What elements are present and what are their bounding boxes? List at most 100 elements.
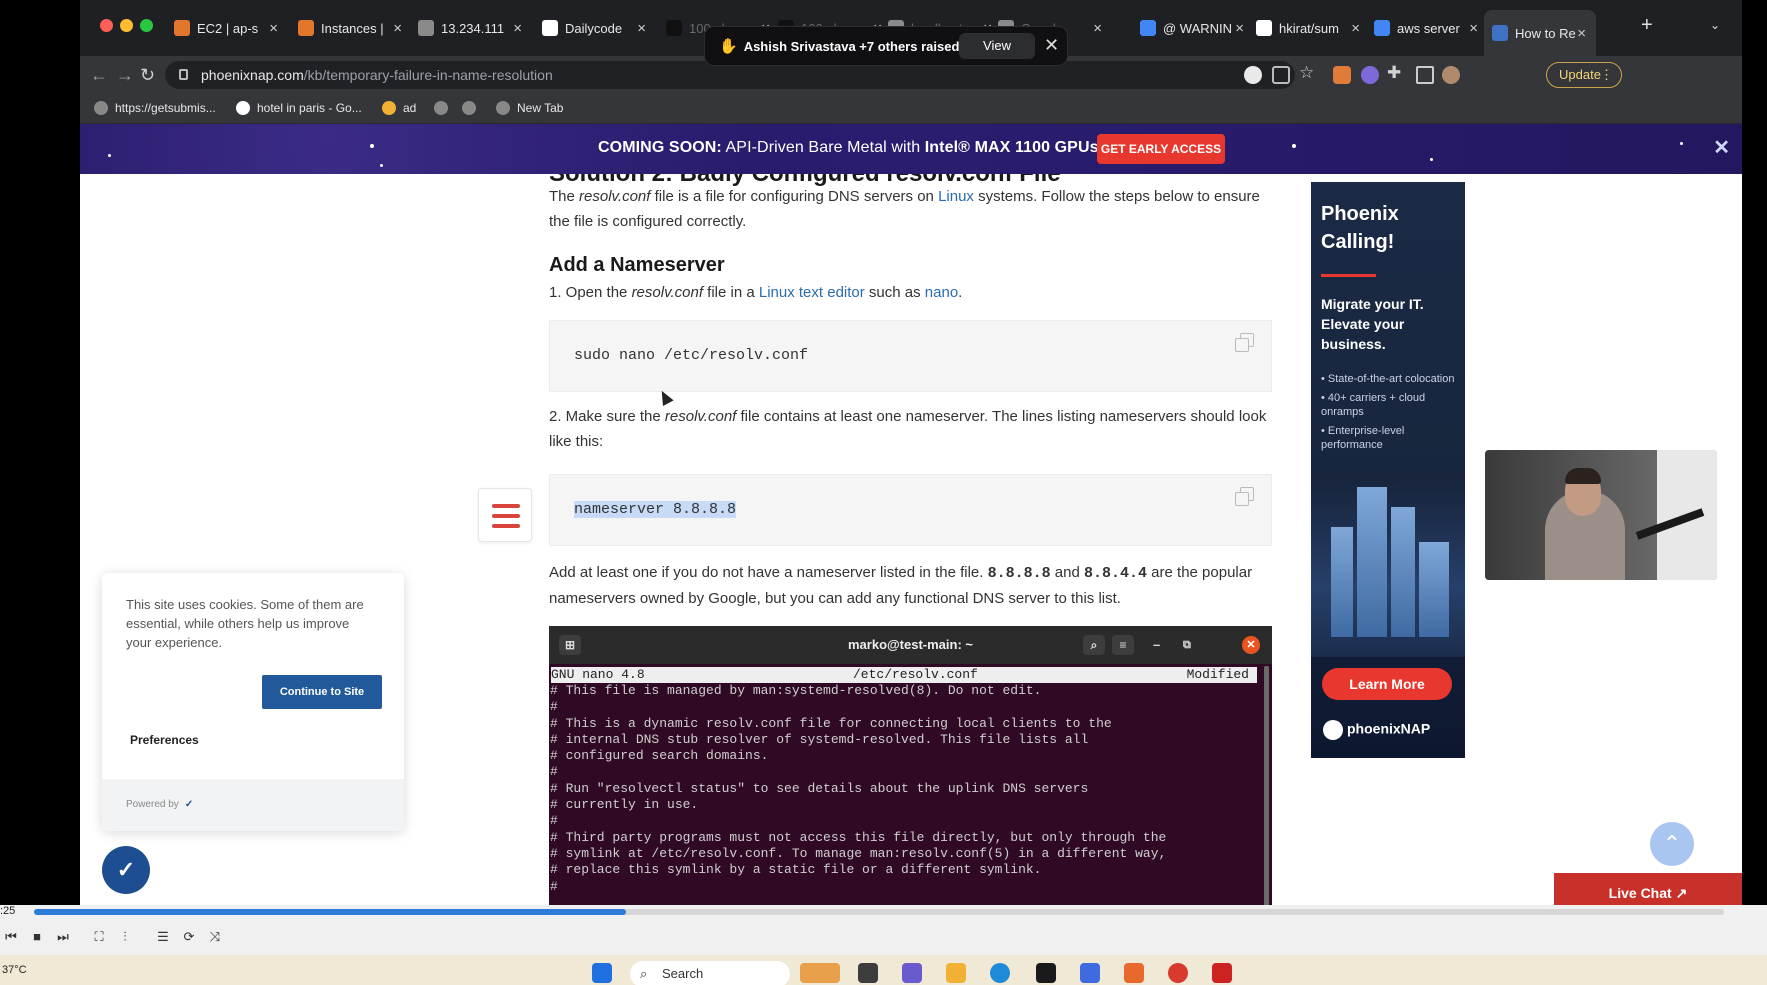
terminal-app-icon[interactable] [1036, 963, 1056, 983]
step-2-paragraph: 2. Make sure the resolv.conf file contai… [549, 404, 1269, 454]
globe-icon [434, 101, 448, 115]
tab-search-chevron-icon[interactable]: ⌄ [1710, 18, 1720, 32]
tab-close-icon[interactable]: × [1469, 20, 1478, 37]
browser-tab[interactable]: Dailycode × [542, 14, 646, 42]
code-block-1: sudo nano /etc/resolv.conf [549, 320, 1272, 392]
tab-close-icon[interactable]: × [393, 20, 402, 37]
notepad-icon[interactable] [1080, 963, 1100, 983]
city-skyline-image [1311, 482, 1465, 657]
reload-icon[interactable]: ↻ [140, 65, 155, 86]
bookmark-label: hotel in paris - Go... [257, 101, 362, 115]
taskbar-search[interactable]: ⌕ Search [630, 961, 790, 985]
linux-link[interactable]: Linux [938, 188, 974, 205]
restore-icon: ⧉ [1183, 639, 1191, 651]
live-chat-button[interactable]: Live Chat ↗ [1554, 873, 1742, 905]
bookmark-star-icon[interactable]: ☆ [1299, 63, 1314, 83]
tab-close-icon[interactable]: × [269, 20, 278, 37]
bookmark-label: New Tab [517, 101, 564, 115]
avatar[interactable] [1442, 66, 1460, 84]
tab-label: 13.234.111 [441, 20, 505, 36]
copilot-icon[interactable] [902, 963, 922, 983]
close-icon[interactable]: ✕ [1713, 135, 1730, 160]
fullscreen-icon[interactable]: ⛶ [90, 928, 108, 946]
metamask-extension-icon[interactable] [1333, 66, 1351, 84]
tab-close-icon[interactable]: × [1235, 20, 1244, 37]
equalizer-icon[interactable]: ⫶ [116, 928, 134, 946]
tab-close-icon[interactable]: × [637, 20, 646, 37]
forward-arrow-icon[interactable]: → [116, 65, 134, 86]
app-icon[interactable] [1212, 963, 1232, 983]
bookmark-getsubmis[interactable]: https://getsubmis... [94, 101, 216, 115]
url-domain: phoenixnap.com [201, 67, 304, 83]
view-button[interactable]: View [959, 33, 1035, 59]
continue-to-site-button[interactable]: Continue to Site [262, 675, 382, 709]
learn-more-button[interactable]: Learn More [1322, 668, 1452, 700]
bookmark-label: https://getsubmis... [115, 101, 216, 115]
bookmark-ad[interactable]: ad [382, 101, 416, 115]
tab-close-icon[interactable]: × [1351, 20, 1360, 37]
text: and [1050, 564, 1084, 581]
widgets-icon[interactable] [800, 963, 840, 983]
nano-link[interactable]: nano [925, 284, 958, 301]
text-emphasis: resolv.conf [631, 284, 703, 301]
preferences-link[interactable]: Preferences [130, 733, 199, 747]
google-icon[interactable] [1244, 66, 1262, 84]
file-explorer-icon[interactable] [946, 963, 966, 983]
browser-tab[interactable]: hkirat/sum × [1256, 14, 1360, 42]
extension-icon[interactable] [1361, 66, 1379, 84]
bookmark-hotel[interactable]: hotel in paris - Go... [236, 101, 362, 115]
previous-icon[interactable]: ⏮ [2, 928, 20, 946]
bookmark-new-tab[interactable]: New Tab [496, 101, 563, 115]
browser-tab[interactable]: EC2 | ap-s × [174, 14, 278, 42]
bookmark-gear[interactable] [462, 101, 483, 115]
get-early-access-button[interactable]: GET EARLY ACCESS [1097, 134, 1225, 164]
back-arrow-icon[interactable]: ← [90, 65, 108, 86]
close-icon[interactable]: ✕ [1044, 35, 1059, 56]
browser-tab[interactable]: aws server × [1374, 14, 1478, 42]
linux-text-editor-link[interactable]: Linux text editor [759, 284, 865, 301]
cookie-settings-icon[interactable]: ✓ [102, 846, 150, 894]
scroll-to-top-icon[interactable]: ⌃ [1650, 822, 1694, 866]
minimize-window-button[interactable] [120, 19, 133, 32]
building [1331, 527, 1353, 637]
repeat-icon[interactable]: ⟳ [180, 928, 198, 946]
chrome-icon[interactable] [1168, 963, 1188, 983]
stop-icon[interactable]: ■ [28, 928, 46, 946]
edge-icon[interactable] [990, 963, 1010, 983]
copy-icon[interactable] [1235, 487, 1254, 506]
task-view-icon[interactable] [858, 963, 878, 983]
text-emphasis: resolv.conf [664, 408, 737, 425]
ad-bullet: • 40+ carriers + cloud onramps [1321, 392, 1426, 418]
seek-bar[interactable] [34, 909, 1724, 915]
table-of-contents-button[interactable] [478, 488, 532, 542]
ad-bullet: • Enterprise-level performance [1321, 425, 1405, 451]
bookmark-globe[interactable] [434, 101, 455, 115]
tab-close-icon[interactable]: × [513, 20, 522, 37]
tab-close-icon[interactable]: × [1093, 20, 1102, 37]
puzzle-extensions-icon[interactable]: ✚ [1387, 63, 1401, 83]
inline-code: 8.8.8.8 [987, 565, 1051, 582]
paragraph-3: Add at least one if you do not have a na… [549, 560, 1269, 611]
cookieyes-logo-icon: ✓ [184, 799, 194, 810]
copy-icon[interactable] [1235, 333, 1254, 352]
share-icon[interactable] [1272, 66, 1290, 84]
tab-close-icon[interactable]: × [1577, 25, 1586, 42]
browser-tab[interactable]: How to Re × [1484, 10, 1596, 56]
close-window-button[interactable] [100, 19, 113, 32]
browser-tab[interactable]: @ WARNIN × [1140, 14, 1244, 42]
new-tab-button[interactable]: + [1641, 14, 1653, 37]
browser-tab[interactable]: Instances | × [298, 14, 402, 42]
menu-dots-icon: ⋮ [1600, 67, 1613, 82]
vlc-icon[interactable] [1124, 963, 1144, 983]
shuffle-icon[interactable]: ⤨ [206, 928, 224, 946]
promo-banner: COMING SOON: API-Driven Bare Metal with … [80, 124, 1742, 174]
next-icon[interactable]: ⏭ [54, 928, 72, 946]
start-icon[interactable] [592, 963, 612, 983]
ad-subtitle: Migrate your IT. Elevate your business. [1321, 296, 1424, 352]
playlist-icon[interactable]: ☰ [154, 928, 172, 946]
sidebar-icon[interactable] [1416, 66, 1434, 84]
zoom-window-button[interactable] [140, 19, 153, 32]
browser-tab[interactable]: 13.234.111 × [418, 14, 522, 42]
phoenix-ad[interactable]: Phoenix Calling! Migrate your IT. Elevat… [1311, 182, 1465, 758]
update-button[interactable]: Update ⋮ [1546, 62, 1622, 88]
